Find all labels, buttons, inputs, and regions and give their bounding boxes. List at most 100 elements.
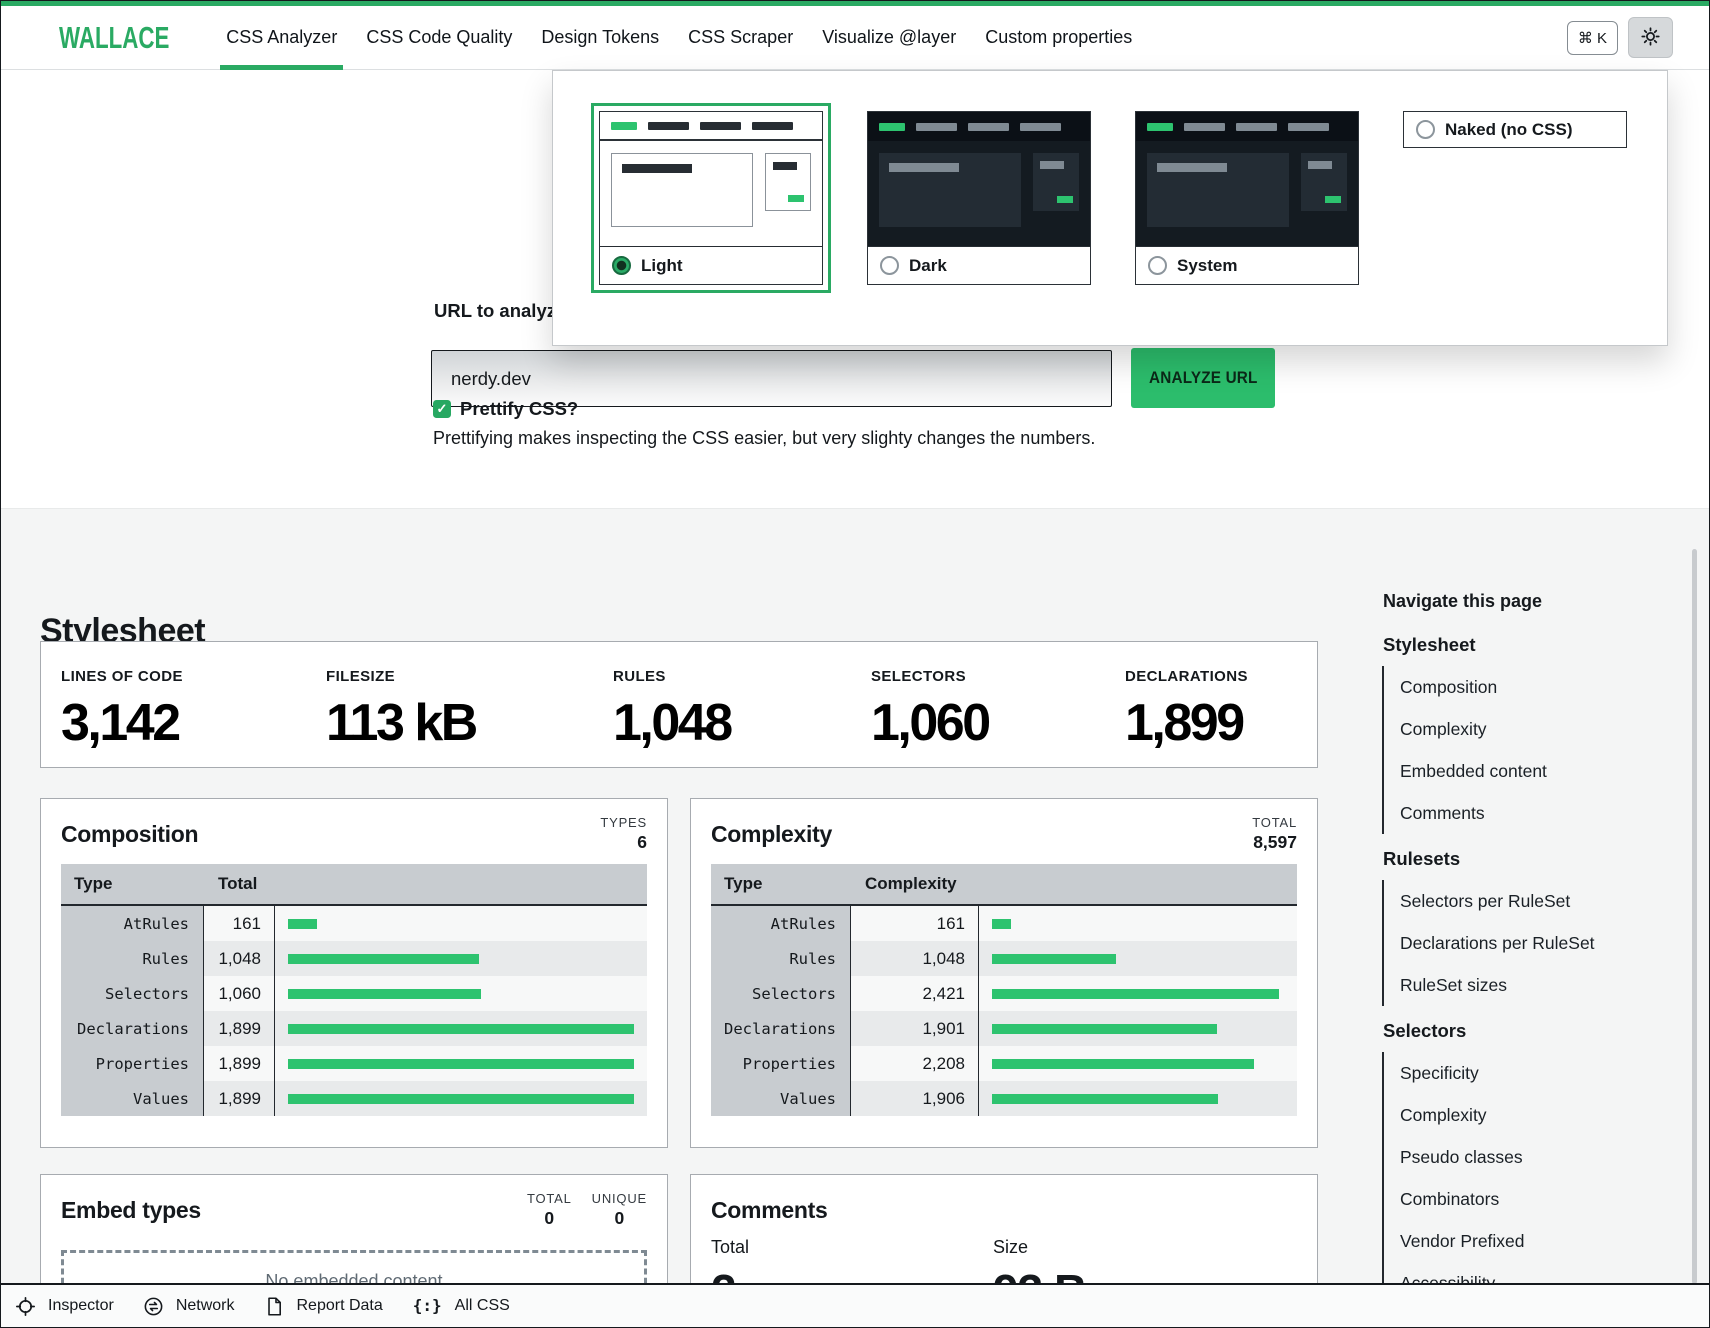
table-row-declarations: Declarations1,899 — [61, 1011, 647, 1046]
mini-logo-chip — [1147, 123, 1173, 131]
toc-section-selectors[interactable]: Selectors — [1381, 1016, 1661, 1046]
theme-option-row: Light — [600, 246, 822, 284]
toc-item-composition[interactable]: Composition — [1400, 666, 1661, 708]
card-title: Composition — [61, 821, 198, 848]
toc-item-specificity[interactable]: Specificity — [1400, 1052, 1661, 1094]
toc-item-selectors-per-ruleset[interactable]: Selectors per RuleSet — [1400, 880, 1661, 922]
value-bar — [992, 1094, 1218, 1104]
theme-toggle-button[interactable] — [1628, 17, 1673, 58]
toc-item-combinators[interactable]: Combinators — [1400, 1178, 1661, 1220]
row-type-label: Declarations — [61, 1011, 204, 1046]
theme-option-light[interactable]: Light — [599, 111, 823, 285]
column-header-bar — [275, 864, 647, 904]
mini-large-box — [879, 153, 1021, 227]
stylesheet-stats-card: LINES OF CODE3,142FILESIZE113 kBRULES1,0… — [40, 641, 1318, 768]
toc-section-rulesets[interactable]: Rulesets — [1381, 844, 1661, 874]
card-meta: TYPES 6 — [600, 815, 647, 853]
wallace-logo[interactable]: WALLACE — [59, 20, 169, 56]
theme-option-row: Naked (no CSS) — [1404, 112, 1626, 147]
url-label: URL to analyze — [434, 300, 566, 322]
stat-label: LINES OF CODE — [61, 668, 326, 685]
row-type-label: Declarations — [711, 1011, 851, 1046]
toc-item-ruleset-sizes[interactable]: RuleSet sizes — [1400, 964, 1661, 1006]
row-value: 1,899 — [204, 1011, 275, 1046]
value-bar — [288, 954, 479, 964]
prettify-label: Prettify CSS? — [460, 398, 578, 420]
value-bar — [288, 919, 317, 929]
statusbar-item-report-data[interactable]: Report Data — [265, 1297, 383, 1316]
theme-option-system[interactable]: System — [1135, 111, 1359, 285]
status-bar: Inspector Network Report Data {:}All CSS — [1, 1283, 1709, 1327]
table-row-atrules: AtRules161 — [61, 906, 647, 941]
mini-text-chip — [1040, 161, 1064, 169]
toc-item-complexity[interactable]: Complexity — [1400, 1094, 1661, 1136]
row-value: 2,421 — [851, 976, 979, 1011]
stat-selectors: SELECTORS1,060 — [871, 668, 1125, 767]
bar-track — [288, 1024, 634, 1034]
row-type-label: Rules — [61, 941, 204, 976]
radio-naked-no-css[interactable] — [1416, 120, 1435, 139]
mini-navbar — [600, 112, 822, 141]
all-css-icon: {:} — [413, 1296, 442, 1316]
nav-item-css-scraper[interactable]: CSS Scraper — [686, 6, 795, 69]
bar-track — [288, 919, 634, 929]
row-value: 161 — [851, 906, 979, 941]
mini-nav-chip — [1236, 123, 1277, 131]
command-k-button[interactable]: ⌘ K — [1567, 21, 1618, 55]
stat-value: 1,048 — [613, 693, 871, 753]
card-title: Complexity — [711, 821, 832, 848]
theme-option-dark[interactable]: Dark — [867, 111, 1091, 285]
analyze-url-button[interactable]: ANALYZE URL — [1131, 348, 1275, 408]
stat-label: TOTAL — [527, 1191, 572, 1206]
toc-item-declarations-per-ruleset[interactable]: Declarations per RuleSet — [1400, 922, 1661, 964]
composition-table: TypeTotalAtRules161Rules1,048Selectors1,… — [61, 864, 647, 1116]
value-bar — [992, 989, 1279, 999]
theme-option-naked-no-css[interactable]: Naked (no CSS) — [1403, 111, 1627, 148]
card-title: Comments — [711, 1197, 827, 1224]
prettify-checkbox[interactable]: ✓ — [433, 400, 451, 418]
mini-green-chip — [1325, 196, 1341, 203]
row-type-label: AtRules — [61, 906, 204, 941]
stat-value: 0 — [527, 1208, 572, 1229]
radio-light[interactable] — [612, 256, 631, 275]
toc-item-embedded-content[interactable]: Embedded content — [1400, 750, 1661, 792]
table-header-row: TypeComplexity — [711, 864, 1297, 906]
row-type-label: Selectors — [711, 976, 851, 1011]
statusbar-item-network[interactable]: Network — [144, 1297, 235, 1316]
row-bar-cell — [979, 1046, 1297, 1081]
mini-content — [600, 141, 822, 246]
theme-preview-thumbnail — [868, 112, 1090, 246]
embed-stat-total: TOTAL 0 — [527, 1191, 572, 1229]
row-bar-cell — [979, 906, 1297, 941]
main-nav: CSS Analyzer CSS Code Quality Design Token… — [224, 6, 1134, 69]
scrollbar-thumb[interactable] — [1692, 549, 1697, 1284]
stat-label: Total — [711, 1237, 993, 1258]
toc-item-vendor-prefixed[interactable]: Vendor Prefixed — [1400, 1220, 1661, 1262]
check-icon: ✓ — [437, 401, 448, 417]
table-row-values: Values1,899 — [61, 1081, 647, 1116]
toc-item-pseudo-classes[interactable]: Pseudo classes — [1400, 1136, 1661, 1178]
statusbar-item-all-css[interactable]: {:}All CSS — [413, 1296, 510, 1316]
value-bar — [992, 919, 1011, 929]
stat-value: 1,060 — [871, 693, 1125, 753]
bar-track — [288, 1094, 634, 1104]
bar-track — [992, 989, 1279, 999]
page-toc: Navigate this page StylesheetComposition… — [1381, 591, 1661, 1310]
nav-item-css-code-quality[interactable]: CSS Code Quality — [364, 6, 514, 69]
mini-logo-chip — [611, 122, 637, 130]
statusbar-item-inspector[interactable]: Inspector — [16, 1297, 114, 1316]
mini-small-box — [765, 153, 811, 211]
radio-dark[interactable] — [880, 256, 899, 275]
mini-small-box — [1301, 153, 1347, 211]
mini-navbar — [868, 112, 1090, 141]
nav-item-design-tokens[interactable]: Design Tokens — [539, 6, 661, 69]
app-window: WALLACE CSS Analyzer CSS Code Quality Desi… — [0, 0, 1710, 1328]
nav-item-css-analyzer[interactable]: CSS Analyzer — [224, 6, 339, 69]
nav-item-custom-properties[interactable]: Custom properties — [983, 6, 1134, 69]
row-bar-cell — [275, 1011, 647, 1046]
radio-system[interactable] — [1148, 256, 1167, 275]
toc-item-complexity[interactable]: Complexity — [1400, 708, 1661, 750]
nav-item-visualize-layer[interactable]: Visualize @layer — [820, 6, 958, 69]
toc-item-comments[interactable]: Comments — [1400, 792, 1661, 834]
toc-section-stylesheet[interactable]: Stylesheet — [1381, 630, 1661, 660]
